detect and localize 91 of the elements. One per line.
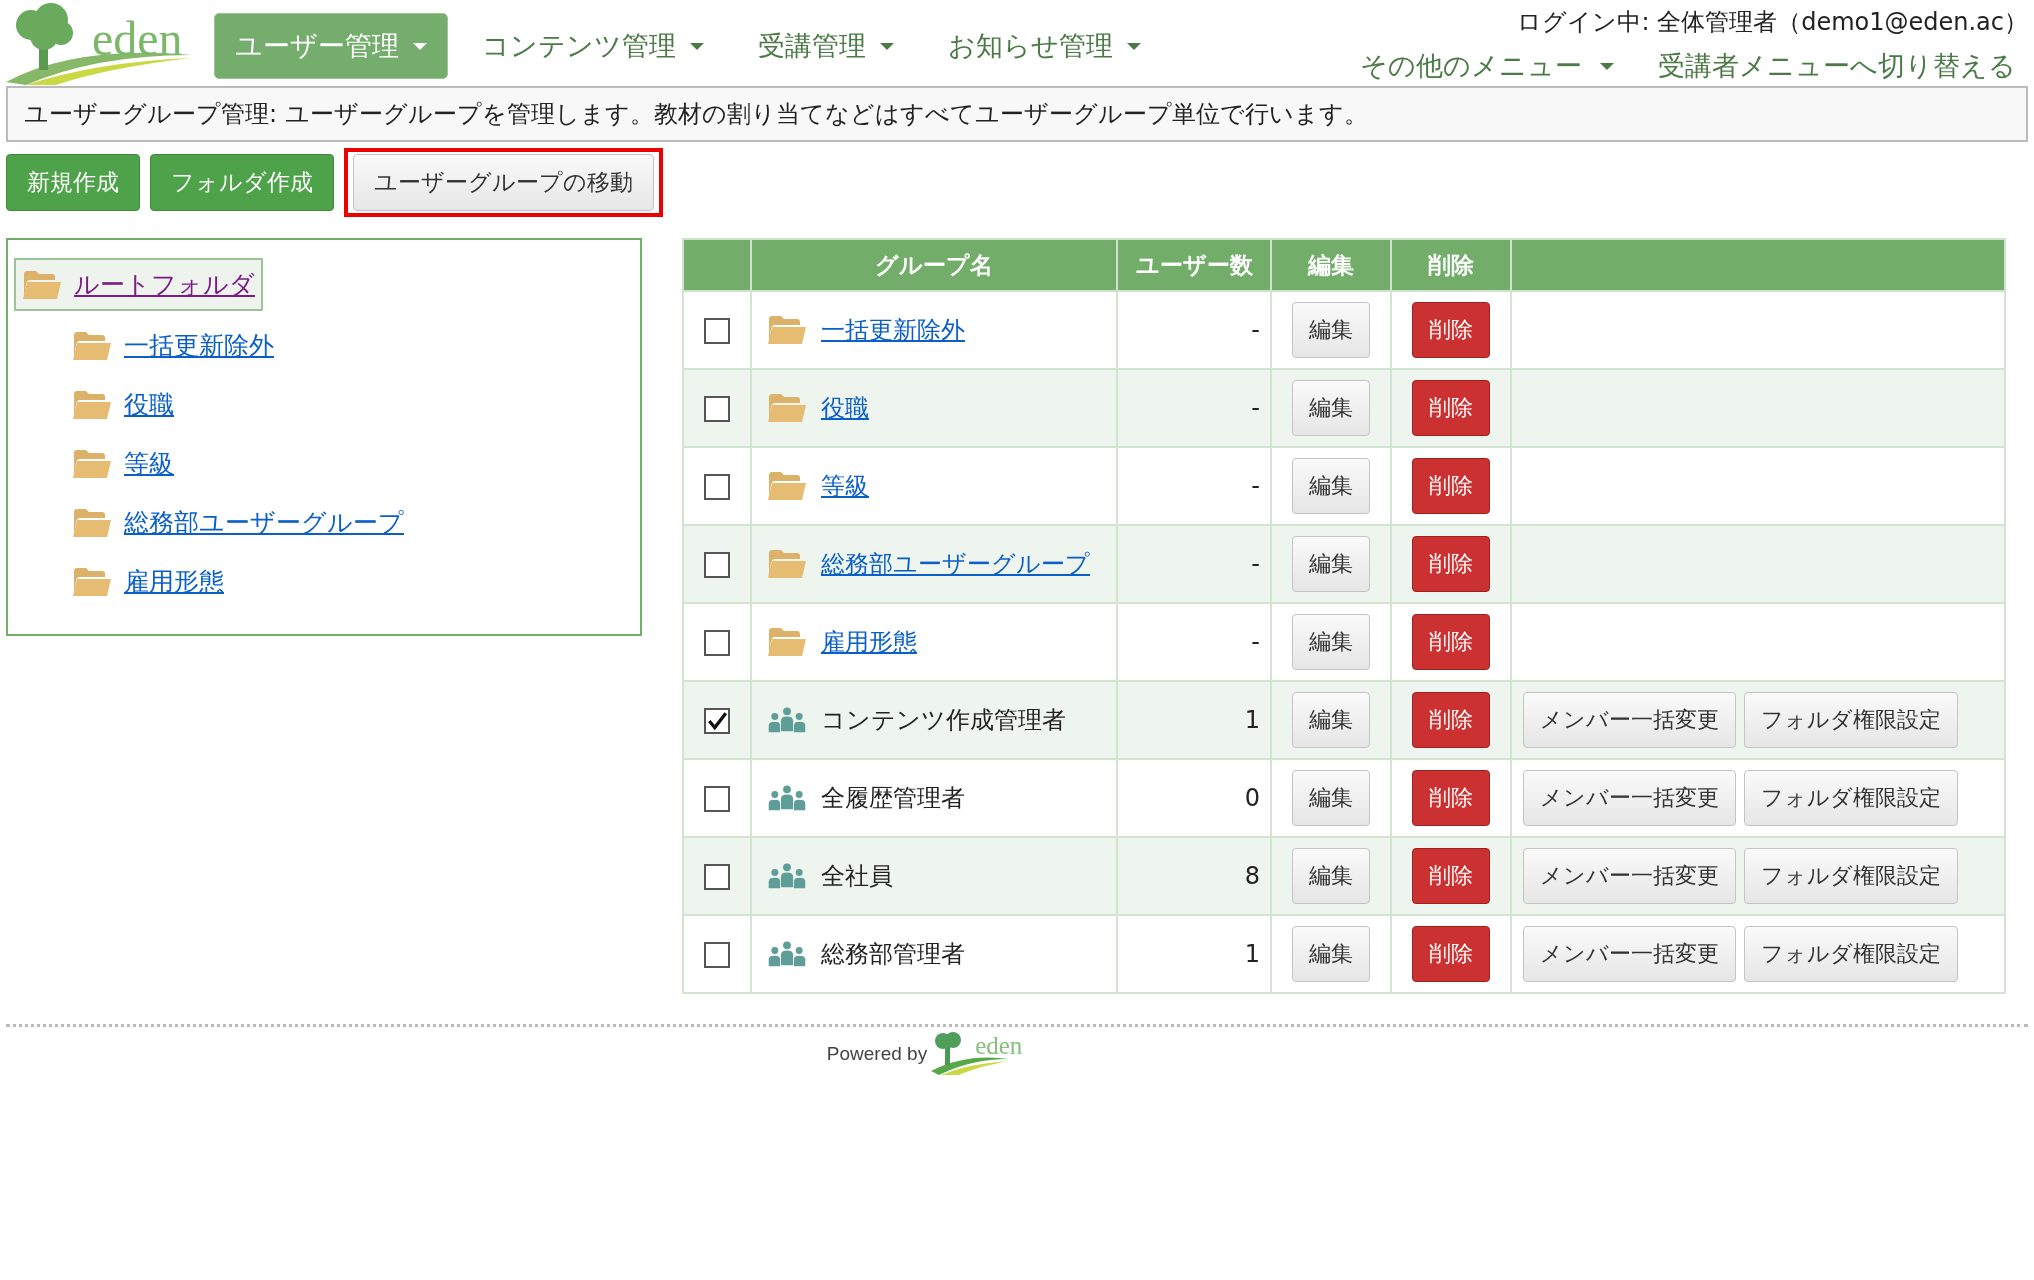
edit-button[interactable]: 編集 [1292, 458, 1370, 514]
people-group-icon [767, 705, 807, 735]
row-action-button[interactable]: フォルダ権限設定 [1744, 692, 1958, 748]
tree-item[interactable]: 一括更新除外 [66, 321, 280, 370]
caret-icon [1600, 62, 1614, 70]
edit-button[interactable]: 編集 [1292, 848, 1370, 904]
row-action-button[interactable]: メンバー一括変更 [1523, 692, 1736, 748]
nav-menu-item[interactable]: お知らせ管理 [928, 14, 1161, 78]
checkbox[interactable] [704, 864, 730, 890]
row-action-button[interactable]: フォルダ権限設定 [1744, 770, 1958, 826]
row-action-button[interactable]: メンバー一括変更 [1523, 926, 1736, 982]
delete-button[interactable]: 削除 [1412, 848, 1490, 904]
folder-icon [72, 507, 112, 538]
edit-button[interactable]: 編集 [1292, 692, 1370, 748]
checkbox[interactable] [704, 630, 730, 656]
user-count-cell: 1 [1117, 681, 1271, 759]
edit-button[interactable]: 編集 [1292, 614, 1370, 670]
column-header: ユーザー数 [1117, 239, 1271, 291]
checkbox[interactable] [704, 396, 730, 422]
row-action-button[interactable]: メンバー一括変更 [1523, 770, 1736, 826]
delete-button[interactable]: 削除 [1412, 458, 1490, 514]
folder-icon [72, 330, 112, 361]
tree-item[interactable]: ルートフォルダ [14, 258, 263, 311]
header-link[interactable]: その他のメニュー [1360, 48, 1614, 84]
nav-menu-item[interactable]: コンテンツ管理 [462, 14, 724, 78]
group-name: 全履歴管理者 [821, 783, 965, 814]
folder-icon [767, 315, 807, 345]
folder-icon [72, 389, 112, 420]
action-button[interactable]: ユーザーグループの移動 [353, 153, 654, 211]
folder-link[interactable]: 雇用形態 [821, 626, 917, 658]
delete-button[interactable]: 削除 [1412, 380, 1490, 436]
checkbox[interactable] [704, 474, 730, 500]
tree-item[interactable]: 雇用形態 [66, 557, 230, 606]
column-header: 編集 [1271, 239, 1391, 291]
tree-item[interactable]: 総務部ユーザーグループ [66, 498, 410, 547]
tree-item[interactable]: 等級 [66, 439, 180, 488]
edit-button[interactable]: 編集 [1292, 302, 1370, 358]
delete-button[interactable]: 削除 [1412, 692, 1490, 748]
group-name: コンテンツ作成管理者 [821, 705, 1066, 736]
caret-icon [690, 42, 704, 50]
row-action-button[interactable]: フォルダ権限設定 [1744, 848, 1958, 904]
caret-icon [413, 42, 427, 50]
nav-menu-item[interactable]: 受講管理 [738, 14, 914, 78]
action-button[interactable]: フォルダ作成 [150, 153, 334, 211]
folder-link[interactable]: 役職 [821, 392, 869, 424]
caret-icon [880, 42, 894, 50]
checkbox[interactable] [704, 708, 730, 734]
user-count-cell: 8 [1117, 837, 1271, 915]
folder-icon [767, 471, 807, 501]
group-name: 総務部管理者 [821, 939, 965, 970]
user-count-cell: - [1117, 525, 1271, 603]
edit-button[interactable]: 編集 [1292, 926, 1370, 982]
user-count-cell: - [1117, 369, 1271, 447]
delete-button[interactable]: 削除 [1412, 302, 1490, 358]
folder-icon [767, 627, 807, 657]
description-bar: ユーザーグループ管理: ユーザーグループを管理します。教材の割り当てなどはすべてユーザーグループ単位で行います。 [6, 86, 2028, 142]
column-header: 削除 [1391, 239, 1511, 291]
logo-text: eden [975, 1033, 1023, 1059]
folder-link[interactable]: 等級 [821, 470, 869, 502]
folder-link[interactable]: 一括更新除外 [821, 314, 965, 346]
edit-button[interactable]: 編集 [1292, 536, 1370, 592]
folder-icon [767, 549, 807, 579]
edit-button[interactable]: 編集 [1292, 380, 1370, 436]
row-action-button[interactable]: メンバー一括変更 [1523, 848, 1736, 904]
delete-button[interactable]: 削除 [1412, 536, 1490, 592]
folder-icon [22, 269, 62, 300]
header-link[interactable]: 受講者メニューへ切り替える [1658, 48, 2016, 84]
checkbox[interactable] [704, 318, 730, 344]
user-count-cell: 1 [1117, 915, 1271, 993]
column-header: グループ名 [751, 239, 1117, 291]
people-group-icon [767, 939, 807, 969]
checkbox[interactable] [704, 786, 730, 812]
folder-icon [767, 393, 807, 423]
powered-by-text: Powered by [826, 1042, 928, 1065]
delete-button[interactable]: 削除 [1412, 770, 1490, 826]
tree-item[interactable]: 役職 [66, 380, 180, 429]
delete-button[interactable]: 削除 [1412, 614, 1490, 670]
row-action-button[interactable]: フォルダ権限設定 [1744, 926, 1958, 982]
checkbox[interactable] [704, 942, 730, 968]
checkbox[interactable] [704, 552, 730, 578]
people-group-icon [767, 783, 807, 813]
group-name: 全社員 [821, 861, 893, 892]
action-button[interactable]: 新規作成 [6, 153, 140, 211]
people-group-icon [767, 861, 807, 891]
delete-button[interactable]: 削除 [1412, 926, 1490, 982]
edit-button[interactable]: 編集 [1292, 770, 1370, 826]
folder-icon [72, 566, 112, 597]
logo-text: eden [92, 14, 183, 64]
folder-icon [72, 448, 112, 479]
caret-icon [1127, 42, 1141, 50]
login-status: ログイン中: 全体管理者（demo1@eden.ac） [1517, 7, 2028, 38]
